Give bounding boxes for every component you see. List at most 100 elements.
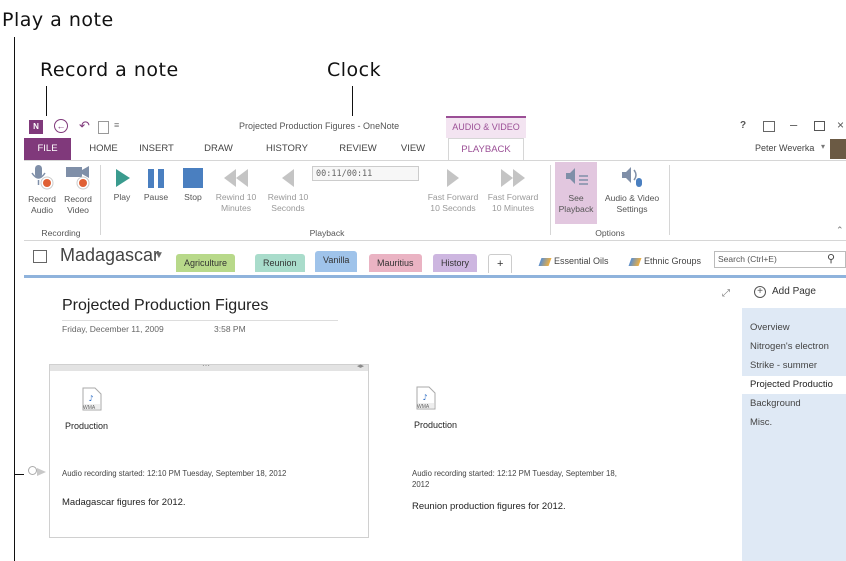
expand-icon[interactable]: ⤢ (722, 288, 730, 299)
maximize-icon[interactable] (814, 121, 825, 131)
help-icon[interactable]: ? (740, 120, 746, 131)
rewind-double-icon (224, 169, 248, 187)
ribbon-playback: Record Audio Record Video Recording Play… (24, 160, 846, 241)
title-underline (62, 320, 338, 321)
audio-file-label[interactable]: Production (414, 420, 457, 430)
record-audio-label: Record Audio (28, 194, 56, 215)
close-icon[interactable]: × (837, 118, 844, 132)
pause-label: Pause (143, 192, 169, 202)
wma-file-icon[interactable]: ♪ (82, 387, 102, 416)
audio-recording-timestamp: Audio recording started: 12:10 PM Tuesda… (62, 469, 287, 478)
back-arrow-icon[interactable]: ← (54, 119, 68, 133)
minimize-icon[interactable]: – (790, 117, 797, 132)
svg-text:♪: ♪ (422, 393, 427, 402)
avatar[interactable] (830, 139, 846, 159)
ribbon-separator (550, 165, 551, 235)
search-box[interactable]: Search (Ctrl+E) ⚲ (714, 251, 846, 268)
dock-icon[interactable] (98, 121, 109, 134)
section-tab-history[interactable]: History (433, 254, 478, 272)
fast-forward-icon (447, 169, 459, 187)
page-tabs-pane: + Add Page Overview Nitrogen's electron … (742, 278, 846, 561)
callout-record-note: Record a note (40, 59, 179, 81)
onenote-logo-icon: N (29, 120, 43, 134)
rewind-10-minutes-button[interactable]: Rewind 10 Minutes (210, 167, 262, 214)
section-group-ethnic-groups[interactable]: Ethnic Groups (644, 256, 701, 266)
page-tab-projected-production[interactable]: Projected Productio (750, 379, 833, 390)
page-tab-nitrogens-electron[interactable]: Nitrogen's electron (750, 341, 829, 352)
tab-view[interactable]: VIEW (394, 138, 432, 160)
tab-insert[interactable]: INSERT (134, 138, 179, 160)
search-icon[interactable]: ⚲ (827, 252, 835, 265)
note-container[interactable]: ♪ WMA Production Audio recording started… (412, 364, 662, 538)
group-options-label: Options (595, 228, 625, 238)
page-time: 3:58 PM (214, 324, 246, 334)
tab-home[interactable]: HOME (81, 138, 126, 160)
playback-clock: 00:11/00:11 (312, 166, 419, 181)
record-video-button[interactable]: Record Video (60, 163, 96, 216)
qat-customize-icon[interactable]: ≡ (114, 120, 119, 130)
ribbon-display-icon[interactable] (763, 121, 775, 132)
section-tab-vanilla[interactable]: Vanilla (315, 251, 358, 272)
fast-forward-10-minutes-button[interactable]: Fast Forward 10 Minutes (483, 167, 543, 214)
page-date: Friday, December 11, 2009 (62, 324, 164, 334)
add-section-button[interactable]: + (488, 254, 513, 273)
svg-text:♪: ♪ (88, 394, 93, 403)
user-dropdown-icon[interactable]: ▾ (821, 142, 825, 151)
audio-video-settings-label: Audio & Video Settings (604, 193, 660, 214)
record-audio-button[interactable]: Record Audio (24, 163, 60, 216)
add-page-icon[interactable]: + (754, 286, 766, 298)
fast-forward-10-minutes-label: Fast Forward 10 Minutes (487, 192, 539, 213)
see-playback-icon (566, 168, 588, 185)
section-tab-reunion[interactable]: Reunion (255, 254, 305, 272)
play-button[interactable]: Play (108, 167, 136, 203)
page-tab-misc[interactable]: Misc. (750, 417, 772, 428)
collapse-ribbon-icon[interactable]: ⌃ (836, 225, 844, 236)
play-note-icon[interactable] (28, 466, 37, 475)
undo-icon[interactable]: ↶ (79, 118, 90, 134)
ribbon-separator (100, 165, 101, 235)
note-text[interactable]: Madagascar figures for 2012. (62, 497, 186, 508)
section-tab-mauritius[interactable]: Mauritius (369, 254, 422, 272)
section-tab-agriculture[interactable]: Agriculture (176, 254, 236, 272)
rewind-10-minutes-label: Rewind 10 Minutes (215, 192, 257, 213)
see-playback-label: See Playback (558, 193, 594, 214)
section-group-essential-oils[interactable]: Essential Oils (554, 256, 609, 266)
record-video-label: Record Video (64, 194, 92, 215)
note-text[interactable]: Reunion production figures for 2012. (412, 501, 566, 512)
notebook-name[interactable]: Madagascar (60, 245, 159, 266)
play-note-arrow-icon[interactable] (37, 468, 46, 476)
ribbon-separator (669, 165, 670, 235)
wma-label: WMA (417, 404, 430, 410)
stop-button[interactable]: Stop (176, 167, 210, 203)
see-playback-button[interactable]: See Playback (555, 162, 597, 224)
section-group-icon (628, 258, 642, 266)
section-group-icon (538, 258, 552, 266)
add-page-button[interactable]: Add Page (772, 286, 816, 297)
video-camera-record-icon (66, 166, 90, 190)
group-playback-label: Playback (309, 228, 345, 238)
callout-play-note: Play a note (2, 9, 114, 31)
drag-handle-icon[interactable]: ⋯ (202, 361, 210, 370)
note-container[interactable]: ⋯ ◂▸ ♪ WMA Production Audio recording st… (49, 361, 369, 538)
pause-button[interactable]: Pause (139, 167, 173, 203)
notebook-dropdown-icon[interactable]: ▼ (154, 250, 164, 261)
resize-handle-icon[interactable]: ◂▸ (357, 362, 364, 370)
audio-video-settings-button[interactable]: Audio & Video Settings (598, 164, 666, 215)
wma-file-icon[interactable]: ♪ (416, 386, 436, 415)
fast-forward-10-seconds-button[interactable]: Fast Forward 10 Seconds (424, 167, 482, 214)
ribbon-tabs: FILE HOME INSERT DRAW HISTORY REVIEW VIE… (24, 138, 846, 161)
tab-file[interactable]: FILE (24, 138, 71, 160)
tab-review[interactable]: REVIEW (334, 138, 382, 160)
page-tab-background[interactable]: Background (750, 398, 801, 409)
tab-draw[interactable]: DRAW (196, 138, 241, 160)
tab-playback[interactable]: PLAYBACK (448, 138, 524, 161)
callout-play-line (14, 37, 15, 561)
page-tab-strike-summer[interactable]: Strike - summer (750, 360, 817, 371)
audio-file-label[interactable]: Production (65, 421, 108, 431)
page-title[interactable]: Projected Production Figures (62, 297, 268, 315)
rewind-10-seconds-button[interactable]: Rewind 10 Seconds (262, 167, 314, 214)
user-name[interactable]: Peter Weverka (755, 143, 814, 153)
microphone-record-icon (31, 165, 54, 190)
tab-history[interactable]: HISTORY (262, 138, 312, 160)
page-tab-overview[interactable]: Overview (750, 322, 790, 333)
